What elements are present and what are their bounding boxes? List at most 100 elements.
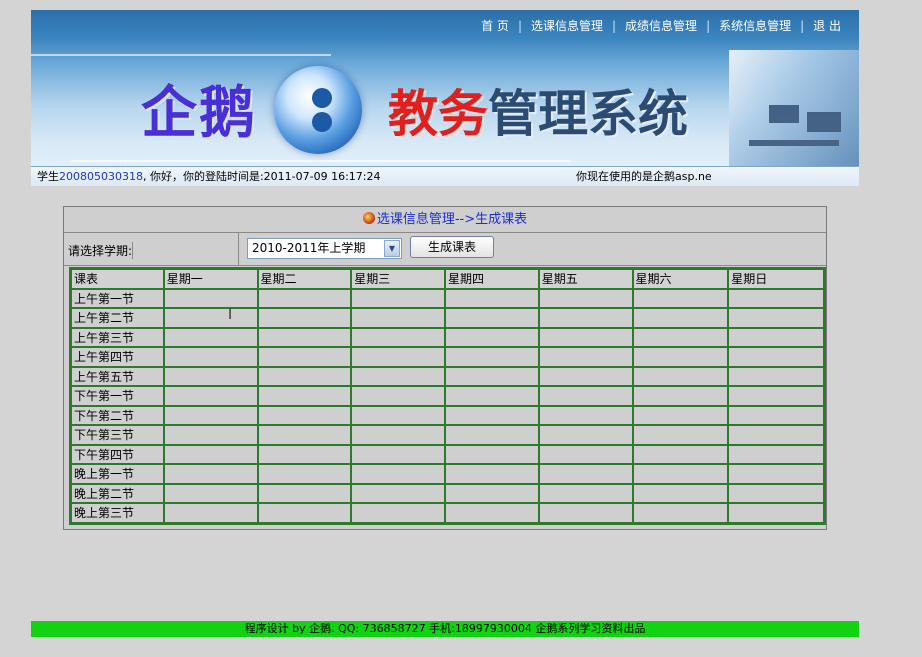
semester-label: 请选择学期:: [68, 242, 134, 259]
table-row: 晚上第三节: [71, 503, 824, 523]
timetable-cell: [538, 308, 633, 328]
nav-menu: 首 页 | 选课信息管理 | 成绩信息管理 | 系统信息管理 | 退 出: [481, 17, 841, 34]
timetable-cell: [445, 308, 539, 328]
timetable-cell: [728, 308, 824, 328]
nav-home-link[interactable]: 首 页: [481, 19, 509, 33]
timetable-cell: [632, 483, 729, 503]
timetable-cell: [257, 464, 352, 484]
header-cell: 星期六: [632, 269, 729, 289]
timetable-cell: [728, 288, 824, 308]
platform-info: 你现在使用的是企鹅asp.ne: [576, 170, 712, 183]
table-row: 下午第一节: [71, 386, 824, 406]
table-row: 上午第一节: [71, 288, 824, 308]
period-label: 上午第五节: [71, 366, 164, 386]
timetable-cell: [445, 425, 539, 445]
timetable: 课表 星期一 星期二 星期三 星期四 星期五 星期六 星期日 上午第一节 上午第二…: [69, 267, 826, 525]
nav-logout-link[interactable]: 退 出: [813, 19, 841, 33]
timetable-cell: [728, 503, 824, 523]
timetable-cell: [632, 503, 729, 523]
login-status-bar: 学生200805030318, 你好，你的登陆时间是:2011-07-09 16…: [31, 166, 859, 186]
nav-course-selection-link[interactable]: 选课信息管理: [531, 19, 603, 33]
decor-graphic: [729, 50, 859, 170]
timetable-cell: [632, 308, 729, 328]
timetable-cell: [632, 464, 729, 484]
timetable-cell: [351, 503, 446, 523]
timetable-cell: [351, 327, 446, 347]
timetable-cell: [351, 425, 446, 445]
timetable-cell: [728, 386, 824, 406]
semester-row: 请选择学期: 2010-2011年上学期 ▼ 生成课表: [64, 233, 826, 266]
semester-select[interactable]: 2010-2011年上学期 ▼: [247, 238, 402, 259]
timetable-cell: [632, 366, 729, 386]
student-prefix: 学生: [37, 170, 59, 183]
semester-selected-value: 2010-2011年上学期: [252, 241, 366, 255]
timetable-cell: [445, 288, 539, 308]
header-cell: 课表: [71, 269, 164, 289]
table-row: 晚上第二节: [71, 483, 824, 503]
generate-timetable-button[interactable]: 生成课表: [410, 236, 494, 258]
timetable-cell: [257, 308, 352, 328]
nav-system-link[interactable]: 系统信息管理: [719, 19, 791, 33]
table-row: 下午第二节: [71, 405, 824, 425]
divider: [238, 233, 239, 265]
decor-stripe: [71, 160, 571, 162]
timetable-cell: [632, 347, 729, 367]
timetable-cell: [163, 425, 258, 445]
timetable-cell: [538, 503, 633, 523]
timetable-cell: [728, 444, 824, 464]
timetable-cell: [445, 444, 539, 464]
timetable-cell: [728, 425, 824, 445]
timetable-cell: [728, 327, 824, 347]
timetable-cell: [538, 347, 633, 367]
timetable-cell: [445, 366, 539, 386]
timetable-cell: [163, 347, 258, 367]
timetable-cell: [257, 503, 352, 523]
timetable-cell: [163, 483, 258, 503]
timetable-cell: [257, 444, 352, 464]
period-label: 晚上第一节: [71, 464, 164, 484]
timetable-cell: [632, 405, 729, 425]
nav-separator: |: [612, 19, 617, 33]
timetable-cell: [728, 405, 824, 425]
header-banner: 首 页 | 选课信息管理 | 成绩信息管理 | 系统信息管理 | 退 出 企鹅 教务管理系统 学…: [31, 10, 859, 186]
timetable-panel: 选课信息管理-->生成课表 请选择学期: 2010-2011年上学期 ▼ 生成课表…: [63, 206, 827, 530]
timetable-cell: [728, 347, 824, 367]
nav-separator: |: [706, 19, 711, 33]
timetable-cell: [445, 327, 539, 347]
timetable-cell: [538, 444, 633, 464]
timetable-cell: [351, 464, 446, 484]
panel-title-text: 选课信息管理-->生成课表: [376, 212, 528, 227]
timetable-cell: [163, 366, 258, 386]
timetable-cell: [632, 288, 729, 308]
period-label: 晚上第二节: [71, 483, 164, 503]
table-row: 上午第三节: [71, 327, 824, 347]
login-greeting: , 你好，你的登陆时间是:2011-07-09 16:17:24: [142, 170, 381, 183]
nav-grades-link[interactable]: 成绩信息管理: [625, 19, 697, 33]
table-row: 上午第二节: [71, 308, 824, 328]
nav-separator: |: [517, 19, 522, 33]
logo-text: 企鹅: [141, 80, 257, 146]
timetable-cell: [538, 288, 633, 308]
timetable-cell: [163, 444, 258, 464]
timetable-cell: [257, 366, 352, 386]
header-cell: 星期三: [351, 269, 446, 289]
timetable-cell: [163, 386, 258, 406]
text-cursor-icon: I: [228, 307, 233, 323]
table-row: 上午第五节: [71, 366, 824, 386]
nav-separator: |: [800, 19, 805, 33]
timetable-cell: [538, 425, 633, 445]
timetable-cell: [257, 483, 352, 503]
timetable-cell: [632, 327, 729, 347]
timetable-cell: [445, 483, 539, 503]
timetable-cell: [257, 425, 352, 445]
table-row: 下午第四节: [71, 444, 824, 464]
timetable-cell: [351, 405, 446, 425]
chevron-down-icon[interactable]: ▼: [384, 240, 400, 257]
header-cell: 星期二: [257, 269, 352, 289]
period-label: 下午第四节: [71, 444, 164, 464]
timetable-cell: [163, 327, 258, 347]
header-cell: 星期四: [445, 269, 539, 289]
period-label: 上午第三节: [71, 327, 164, 347]
timetable-cell: [538, 366, 633, 386]
timetable-cell: [351, 483, 446, 503]
